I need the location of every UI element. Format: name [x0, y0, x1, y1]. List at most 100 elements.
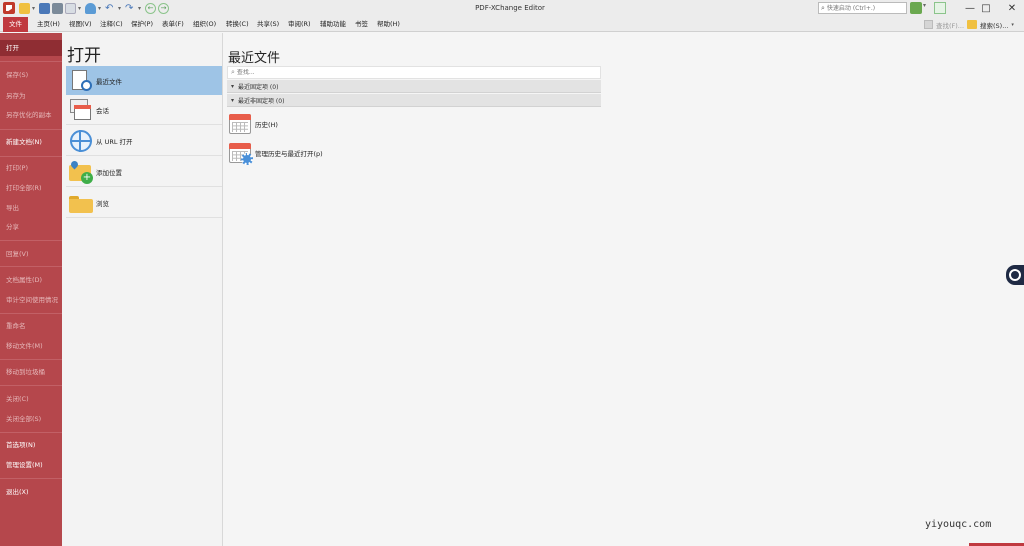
quick-launch-search[interactable]: ⌕	[818, 2, 907, 14]
chevron-down-icon[interactable]: ▾	[32, 3, 37, 14]
tab-share[interactable]: 共享(S)	[257, 17, 279, 32]
redo-icon[interactable]: ↷	[125, 3, 136, 14]
tab-review[interactable]: 审阅(R)	[288, 17, 311, 32]
folder-icon	[68, 190, 94, 216]
tab-comment[interactable]: 注释(C)	[100, 17, 123, 32]
maximize-button[interactable]: □	[972, 0, 1000, 17]
file-menu-sidebar: 打开 保存(S) 另存为 另存优化的副本 新建文档(N) 打印(P) 打印全部(…	[0, 33, 62, 546]
sidebar-item-document-properties[interactable]: 文档属性(D)	[0, 272, 62, 288]
divider	[0, 359, 62, 360]
quick-launch-input[interactable]	[826, 3, 903, 13]
divider	[0, 240, 62, 241]
sidebar-item-print[interactable]: 打印(P)	[0, 160, 62, 176]
calendar-settings-icon	[227, 140, 253, 166]
sidebar-item-save-as[interactable]: 另存为	[0, 88, 62, 104]
cloud-icon[interactable]	[85, 2, 96, 14]
divider	[0, 156, 62, 157]
chevron-down-icon: ▾	[231, 82, 235, 90]
sidebar-item-preferences[interactable]: 首选项(N)	[0, 437, 62, 453]
sidebar-item-close-all[interactable]: 关闭全部(S)	[0, 411, 62, 427]
recent-search-box[interactable]: ⌕	[227, 66, 601, 79]
search-button[interactable]: 搜索(S)... ▾	[967, 18, 1014, 31]
group-header-pinned[interactable]: ▾ 最近固定项 (0)	[227, 80, 601, 93]
group-header-unpinned[interactable]: ▾ 最近非固定项 (0)	[227, 94, 601, 107]
divider	[0, 61, 62, 62]
recent-item-history[interactable]: 历史(H)	[227, 111, 278, 137]
save-icon[interactable]	[39, 2, 50, 14]
sidebar-item-move-file[interactable]: 移动文件(M)	[0, 338, 62, 354]
divider	[0, 432, 62, 433]
open-folder-icon[interactable]	[19, 2, 30, 14]
recent-files-icon	[68, 68, 94, 94]
sidebar-item-share[interactable]: 分享	[0, 219, 62, 235]
chevron-down-icon[interactable]: ▾	[98, 3, 103, 14]
close-button[interactable]: ✕	[998, 0, 1024, 17]
divider	[0, 478, 62, 479]
watermark: yiyouqc.com	[925, 519, 992, 530]
chevron-down-icon[interactable]: ▾	[923, 2, 926, 9]
sidebar-item-manage-settings[interactable]: 管理设置(M)	[0, 457, 62, 473]
sidebar-item-print-all[interactable]: 打印全部(R)	[0, 180, 62, 196]
open-option-browse[interactable]: 浏览	[66, 189, 222, 218]
gear-icon	[241, 153, 253, 165]
sidebar-item-save-optimized-copy[interactable]: 另存优化的副本	[0, 107, 62, 123]
ui-options-icon[interactable]	[910, 2, 922, 14]
chevron-down-icon[interactable]: ▾	[118, 3, 123, 14]
section-title: 最近文件	[228, 51, 281, 66]
print-icon[interactable]	[52, 2, 63, 14]
open-option-recent-files[interactable]: 最近文件	[66, 66, 222, 95]
back-icon[interactable]: ←	[145, 2, 156, 14]
tab-home[interactable]: 主页(H)	[37, 17, 60, 32]
chevron-down-icon[interactable]: ▾	[138, 3, 143, 14]
divider	[0, 385, 62, 386]
sidebar-item-audit-space-usage[interactable]: 审计空间使用情况	[0, 292, 62, 308]
screen-recorder-widget[interactable]	[1006, 265, 1024, 285]
tab-bookmarks[interactable]: 书签	[355, 17, 368, 32]
recent-item-manage-history[interactable]: 管理历史与最近打开(p)	[227, 140, 323, 166]
open-option-sessions[interactable]: 会话	[66, 96, 222, 125]
forward-icon[interactable]: →	[158, 2, 169, 14]
ribbon-tabs: 文件 主页(H) 视图(V) 注释(C) 保护(P) 表单(F) 组织(O) 转…	[0, 17, 1024, 32]
tab-protect[interactable]: 保护(P)	[131, 17, 153, 32]
recent-files-pane: 最近文件 ⌕ ▾ 最近固定项 (0) ▾ 最近非固定项 (0) 历史(H) 管理…	[223, 33, 1024, 546]
tab-convert[interactable]: 转换(C)	[226, 17, 249, 32]
search-icon: ⌕	[231, 68, 235, 76]
chevron-down-icon: ▾	[1011, 21, 1014, 28]
email-icon[interactable]	[65, 2, 76, 14]
sidebar-item-save[interactable]: 保存(S)	[0, 67, 62, 83]
chevron-down-icon[interactable]: ▾	[78, 3, 83, 14]
sidebar-item-export[interactable]: 导出	[0, 200, 62, 216]
search-folder-icon	[967, 20, 977, 29]
fullscreen-icon[interactable]	[934, 2, 946, 14]
sidebar-item-exit[interactable]: 退出(X)	[0, 484, 62, 500]
recent-search-input[interactable]	[236, 69, 587, 76]
tab-view[interactable]: 视图(V)	[69, 17, 92, 32]
tab-file[interactable]: 文件	[3, 17, 28, 32]
divider	[0, 313, 62, 314]
tab-accessibility[interactable]: 辅助功能	[320, 17, 346, 32]
search-icon: ⌕	[821, 3, 825, 12]
sidebar-item-revert[interactable]: 回复(V)	[0, 246, 62, 262]
open-option-from-url[interactable]: 从 URL 打开	[66, 127, 222, 156]
calendar-icon	[227, 111, 253, 137]
tab-form[interactable]: 表单(F)	[162, 17, 184, 32]
title-bar: ▾ ▾ ▾ ↶ ▾ ↷ ▾ ← → PDF-XChange Editor ⌕ ▾…	[0, 0, 1024, 17]
sidebar-item-open[interactable]: 打开	[0, 40, 62, 56]
sidebar-item-close[interactable]: 关闭(C)	[0, 391, 62, 407]
divider	[0, 129, 62, 130]
window-title: PDF-XChange Editor	[475, 4, 545, 12]
open-panel: 打开 最近文件 会话 从 URL 打开 + 添加位置 浏览	[62, 33, 223, 546]
app-logo-icon[interactable]	[3, 2, 15, 14]
find-button[interactable]: 查找(F)...	[924, 18, 964, 31]
sidebar-item-rename[interactable]: 重命名	[0, 318, 62, 334]
tab-organize[interactable]: 组织(O)	[193, 17, 216, 32]
quick-access-toolbar: ▾ ▾ ▾ ↶ ▾ ↷ ▾ ← →	[19, 2, 169, 14]
divider	[0, 266, 62, 267]
page-title: 打开	[67, 46, 101, 66]
undo-icon[interactable]: ↶	[105, 3, 116, 14]
sidebar-item-move-to-trash[interactable]: 移动到垃圾桶	[0, 364, 62, 380]
tab-help[interactable]: 帮助(H)	[377, 17, 400, 32]
open-option-add-place[interactable]: + 添加位置	[66, 158, 222, 187]
sidebar-item-new-document[interactable]: 新建文档(N)	[0, 134, 62, 150]
add-place-icon: +	[68, 159, 94, 185]
